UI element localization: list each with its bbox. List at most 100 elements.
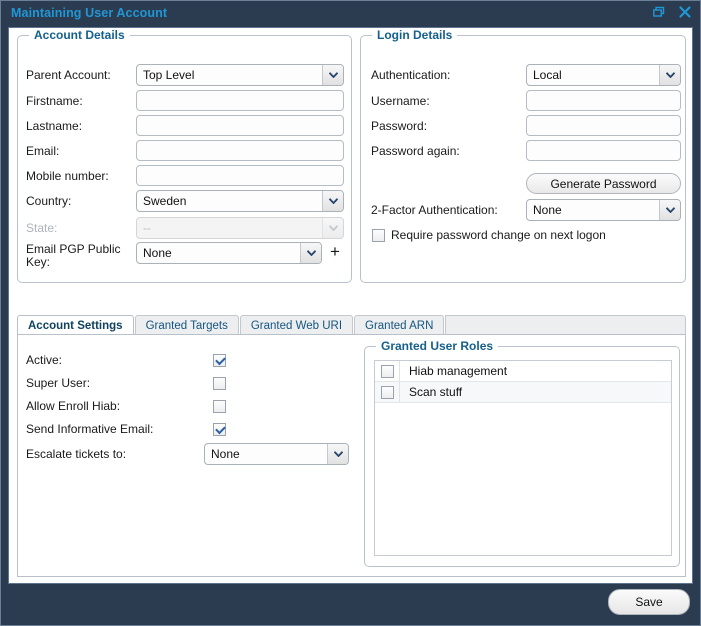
window-title: Maintaining User Account [11, 6, 167, 20]
title-bar: Maintaining User Account [1, 1, 700, 27]
password-row: Password: [371, 115, 681, 136]
country-label: Country: [26, 194, 136, 208]
role-checkbox-cell [375, 382, 400, 402]
password-again-row: Password again: [371, 140, 681, 161]
state-select: -- [136, 217, 344, 239]
require-password-change-checkbox[interactable] [372, 229, 385, 242]
login-details-panel: Login Details Authentication: Local User… [360, 35, 686, 283]
login-details-legend: Login Details [372, 28, 457, 42]
parent-account-label: Parent Account: [26, 68, 136, 82]
tab-granted-arn[interactable]: Granted ARN [354, 315, 444, 335]
role-checkbox[interactable] [381, 365, 394, 378]
authentication-label: Authentication: [371, 68, 526, 82]
lastname-input[interactable] [136, 115, 344, 136]
email-row: Email: [26, 140, 344, 161]
escalate-tickets-select[interactable]: None [204, 443, 349, 465]
password-input[interactable] [526, 115, 681, 136]
state-value: -- [137, 221, 322, 235]
allow-enroll-hiab-row: Allow Enroll Hiab: [26, 399, 226, 413]
account-details-panel: Account Details Parent Account: Top Leve… [17, 35, 352, 283]
super-user-label: Super User: [26, 376, 90, 390]
require-password-change-label: Require password change on next logon [391, 228, 606, 242]
mobile-number-label: Mobile number: [26, 169, 136, 183]
tab-strip-filler [445, 315, 686, 335]
email-input[interactable] [136, 140, 344, 161]
lastname-label: Lastname: [26, 119, 136, 133]
chevron-down-icon [300, 243, 321, 263]
pgp-key-select[interactable]: None [136, 242, 322, 264]
pgp-key-value: None [137, 246, 300, 260]
add-pgp-key-button[interactable]: + [330, 242, 340, 262]
escalate-tickets-row: Escalate tickets to: None [26, 443, 349, 465]
chevron-down-icon [659, 65, 680, 85]
send-informative-email-row: Send Informative Email: [26, 422, 226, 436]
pgp-key-label: Email PGP Public Key: [26, 242, 136, 269]
tab-granted-targets[interactable]: Granted Targets [135, 315, 239, 335]
super-user-checkbox[interactable] [213, 377, 226, 390]
role-name: Scan stuff [400, 385, 462, 399]
firstname-row: Firstname: [26, 90, 344, 111]
active-row: Active: [26, 353, 226, 367]
state-label: State: [26, 221, 136, 235]
application-window: Maintaining User Account Account Details… [0, 0, 701, 626]
firstname-label: Firstname: [26, 94, 136, 108]
tab-strip: Account Settings Granted Targets Granted… [17, 315, 686, 335]
two-factor-select[interactable]: None [526, 199, 681, 221]
list-item[interactable]: Scan stuff [375, 382, 671, 403]
list-item[interactable]: Hiab management [375, 361, 671, 382]
two-factor-row: 2-Factor Authentication: None [371, 199, 681, 221]
super-user-row: Super User: [26, 376, 226, 390]
chevron-down-icon [322, 191, 343, 211]
parent-account-select[interactable]: Top Level [136, 64, 344, 86]
generate-password-button[interactable]: Generate Password [526, 173, 681, 194]
allow-enroll-hiab-label: Allow Enroll Hiab: [26, 399, 120, 413]
escalate-tickets-label: Escalate tickets to: [26, 447, 204, 461]
username-input[interactable] [526, 90, 681, 111]
restore-icon[interactable] [652, 5, 666, 19]
firstname-input[interactable] [136, 90, 344, 111]
granted-user-roles-list[interactable]: Hiab management Scan stuff [374, 360, 672, 556]
chevron-down-icon [659, 200, 680, 220]
two-factor-label: 2-Factor Authentication: [371, 203, 526, 217]
authentication-row: Authentication: Local [371, 64, 681, 86]
mobile-number-row: Mobile number: [26, 165, 344, 186]
password-label: Password: [371, 119, 526, 133]
account-details-legend: Account Details [29, 28, 130, 42]
password-again-input[interactable] [526, 140, 681, 161]
chevron-down-icon [322, 218, 343, 238]
tab-account-settings[interactable]: Account Settings [17, 315, 134, 335]
client-area: Account Details Parent Account: Top Leve… [8, 27, 693, 584]
lastname-row: Lastname: [26, 115, 344, 136]
authentication-value: Local [527, 68, 659, 82]
send-informative-email-checkbox[interactable] [213, 423, 226, 436]
chevron-down-icon [327, 444, 348, 464]
active-label: Active: [26, 353, 62, 367]
country-select[interactable]: Sweden [136, 190, 344, 212]
password-again-label: Password again: [371, 144, 526, 158]
role-checkbox[interactable] [381, 386, 394, 399]
parent-account-row: Parent Account: Top Level [26, 64, 344, 86]
allow-enroll-hiab-checkbox[interactable] [213, 400, 226, 413]
country-row: Country: Sweden [26, 190, 344, 212]
tab-granted-web-uri[interactable]: Granted Web URI [240, 315, 353, 335]
chevron-down-icon [322, 65, 343, 85]
close-icon[interactable] [678, 5, 692, 19]
authentication-select[interactable]: Local [526, 64, 681, 86]
two-factor-value: None [527, 203, 659, 217]
active-checkbox[interactable] [213, 354, 226, 367]
granted-user-roles-panel: Granted User Roles Hiab management Scan … [364, 346, 680, 567]
country-value: Sweden [137, 194, 322, 208]
send-informative-email-label: Send Informative Email: [26, 422, 153, 436]
escalate-tickets-value: None [205, 447, 327, 461]
save-button[interactable]: Save [608, 589, 690, 615]
require-password-change-row[interactable]: Require password change on next logon [372, 228, 606, 242]
mobile-number-input[interactable] [136, 165, 344, 186]
parent-account-value: Top Level [137, 68, 322, 82]
state-row: State: -- [26, 217, 344, 239]
role-name: Hiab management [400, 364, 507, 378]
pgp-key-row: Email PGP Public Key: None + [26, 242, 340, 269]
generate-password-row: Generate Password [526, 173, 681, 194]
window-controls [652, 5, 692, 19]
account-settings-panel: Active: Super User: Allow Enroll Hiab: S… [17, 334, 686, 577]
email-label: Email: [26, 144, 136, 158]
